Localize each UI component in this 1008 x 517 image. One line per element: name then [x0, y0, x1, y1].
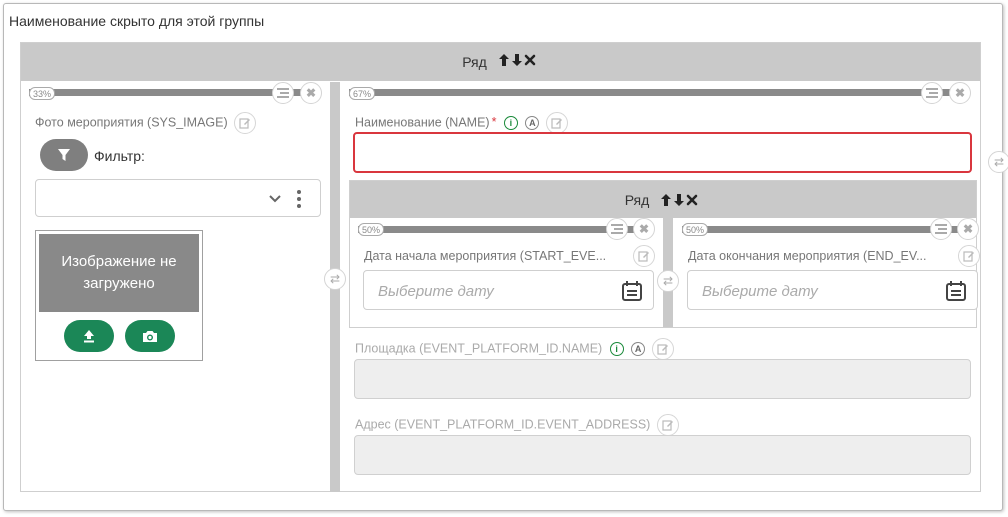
settings-icon[interactable] [930, 218, 952, 240]
address-field-label: Адрес (EVENT_PLATFORM_ID.EVENT_ADDRESS) [355, 414, 679, 436]
nested-row-header[interactable]: Ряд [350, 181, 976, 218]
image-widget: Изображение не загружено [35, 230, 203, 361]
photo-field-label: Фото мероприятия (SYS_IMAGE) [35, 112, 257, 134]
start-date-width-badge: 50% [358, 223, 385, 236]
group-title: Наименование скрыто для этой группы [9, 13, 265, 29]
left-column-bar[interactable] [29, 89, 303, 96]
row-move-controls[interactable] [498, 53, 539, 72]
camera-button[interactable] [125, 320, 175, 352]
name-field-label-text: Наименование (NAME) [355, 115, 490, 130]
address-field-label-text: Адрес (EVENT_PLATFORM_ID.EVENT_ADDRESS) [355, 417, 651, 432]
settings-icon[interactable] [606, 218, 628, 240]
camera-icon [143, 331, 157, 342]
auto-icon[interactable]: A [525, 116, 540, 130]
edit-icon[interactable] [545, 112, 568, 134]
start-date-label: Дата начала мероприятия (START_EVE... [364, 249, 607, 263]
edit-icon[interactable] [958, 245, 980, 267]
start-date-column-bar[interactable] [358, 226, 648, 233]
end-date-width-badge: 50% [682, 223, 709, 236]
settings-icon[interactable] [272, 82, 294, 104]
info-icon[interactable]: i [503, 116, 518, 130]
info-icon[interactable]: i [609, 342, 624, 356]
calendar-icon[interactable] [621, 280, 643, 302]
close-icon[interactable]: ✖ [957, 218, 979, 240]
row-label: Ряд [462, 54, 487, 70]
auto-icon[interactable]: A [631, 342, 646, 356]
row-header[interactable]: Ряд [21, 43, 980, 81]
end-date-column-bar[interactable] [682, 226, 972, 233]
image-placeholder: Изображение не загружено [39, 234, 199, 312]
platform-input[interactable] [354, 359, 971, 399]
more-vertical-icon[interactable] [297, 189, 301, 209]
nested-row-label: Ряд [624, 191, 650, 208]
edit-icon[interactable] [656, 414, 679, 436]
swap-columns-icon[interactable]: ⇄ [988, 151, 1008, 173]
swap-columns-icon[interactable]: ⇄ [324, 268, 346, 290]
arrows-close-icon[interactable] [498, 53, 539, 67]
right-column-width-badge: 67% [349, 87, 376, 100]
right-column-bar[interactable] [349, 89, 969, 96]
platform-field-label-text: Площадка (EVENT_PLATFORM_ID.NAME) [355, 341, 603, 356]
close-icon[interactable]: ✖ [949, 82, 971, 104]
end-date-placeholder: Выберите дату [702, 283, 818, 300]
name-input[interactable] [353, 132, 972, 173]
end-date-label: Дата окончания мероприятия (END_EV... [688, 249, 927, 263]
filter-icon [58, 149, 70, 161]
photo-field-label-text: Фото мероприятия (SYS_IMAGE) [35, 115, 228, 130]
settings-icon[interactable] [921, 82, 943, 104]
required-mark: * [491, 115, 497, 130]
edit-icon[interactable] [651, 338, 674, 360]
chevron-down-icon[interactable] [268, 194, 282, 204]
filter-button[interactable] [40, 139, 88, 171]
start-date-placeholder: Выберите дату [378, 283, 494, 300]
end-date-input[interactable]: Выберите дату [687, 270, 978, 310]
edit-icon[interactable] [633, 245, 655, 267]
close-icon[interactable]: ✖ [300, 82, 322, 104]
swap-columns-icon[interactable]: ⇄ [657, 270, 679, 292]
left-column-width-badge: 33% [29, 87, 56, 100]
image-select[interactable] [35, 179, 321, 217]
calendar-icon[interactable] [945, 280, 967, 302]
edit-icon[interactable] [234, 112, 257, 134]
upload-icon [84, 330, 94, 343]
address-input[interactable] [354, 435, 971, 475]
upload-button[interactable] [64, 320, 114, 352]
close-icon[interactable]: ✖ [633, 218, 655, 240]
filter-label: Фильтр: [94, 148, 145, 164]
name-field-label: Наименование (NAME) * i A [355, 112, 568, 134]
platform-field-label: Площадка (EVENT_PLATFORM_ID.NAME) i A [355, 338, 674, 360]
arrows-close-icon[interactable] [661, 193, 701, 207]
start-date-input[interactable]: Выберите дату [363, 270, 654, 310]
